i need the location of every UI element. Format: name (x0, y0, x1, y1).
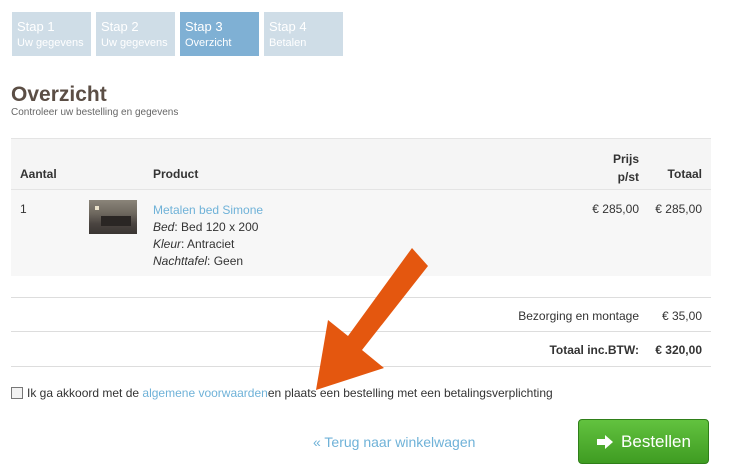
step-label: Overzicht (185, 37, 232, 49)
step-4: Stap 4 Betalen (264, 12, 343, 56)
step-label: Betalen (269, 37, 307, 49)
row-total: € 285,00 (655, 202, 702, 216)
product-details: Metalen bed Simone Bed: Bed 120 x 200 Kl… (153, 202, 263, 270)
grand-total-value: € 320,00 (655, 343, 702, 357)
row-quantity: 1 (20, 202, 27, 216)
delivery-value: € 35,00 (661, 309, 702, 323)
table-header: Aantal Product Prijs p/st Totaal (11, 138, 711, 190)
step-3-active: Stap 3 Overzicht (180, 12, 259, 56)
product-option-bed: Bed: Bed 120 x 200 (153, 220, 259, 234)
order-button[interactable]: Bestellen (578, 419, 709, 464)
grand-total-label: Totaal inc.BTW: (549, 343, 639, 357)
delivery-label: Bezorging en montage (518, 309, 639, 323)
product-option-nachttafel: Nachttafel: Geen (153, 254, 244, 268)
column-header-product: Product (153, 167, 199, 181)
step-1[interactable]: Stap 1 Uw gegevens (12, 12, 91, 56)
arrow-right-icon (596, 434, 614, 450)
row-unit-price: € 285,00 (592, 202, 639, 216)
terms-link[interactable]: algemene voorwaarden (142, 386, 267, 400)
step-number: Stap 3 (185, 19, 223, 34)
page-title: Overzicht (11, 83, 107, 106)
step-number: Stap 4 (269, 19, 307, 34)
terms-agreement: Ik ga akkoord met de algemene voorwaarde… (11, 386, 553, 400)
page-subtitle: Controleer uw bestelling en gegevens (11, 107, 179, 118)
order-button-label: Bestellen (621, 431, 691, 451)
product-thumbnail[interactable] (89, 200, 137, 234)
product-option-kleur: Kleur: Antraciet (153, 237, 235, 251)
column-header-aantal: Aantal (20, 167, 57, 181)
terms-text-before: Ik ga akkoord met de (27, 386, 140, 400)
step-label: Uw gegevens (101, 37, 168, 49)
column-header-prijs-line1: Prijs (612, 152, 639, 166)
terms-text-after: en plaats een bestelling met een betalin… (267, 386, 553, 400)
checkout-steps: Stap 1 Uw gegevens Stap 2 Uw gegevens St… (12, 12, 343, 56)
orange-arrow-annotation (316, 248, 428, 390)
column-header-prijs: Prijs p/st (613, 150, 639, 186)
column-header-prijs-line2: p/st (617, 170, 639, 184)
back-to-cart-link[interactable]: « Terug naar winkelwagen (313, 434, 475, 450)
column-header-totaal: Totaal (667, 167, 702, 181)
step-label: Uw gegevens (17, 37, 84, 49)
step-2[interactable]: Stap 2 Uw gegevens (96, 12, 175, 56)
terms-checkbox[interactable] (11, 387, 23, 399)
step-number: Stap 2 (101, 19, 139, 34)
step-number: Stap 1 (17, 19, 55, 34)
product-link[interactable]: Metalen bed Simone (153, 203, 263, 217)
